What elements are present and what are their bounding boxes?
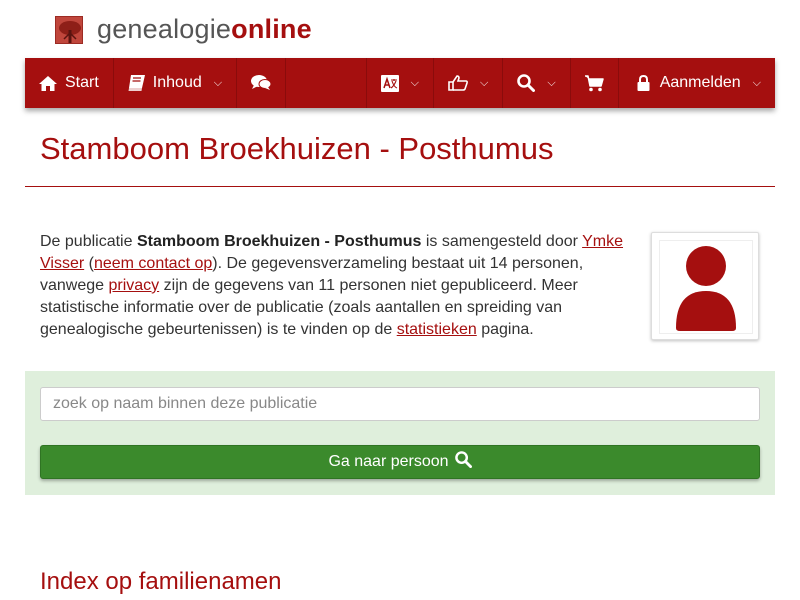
home-icon	[39, 75, 57, 91]
brand-part1: genealogie	[97, 14, 232, 44]
nav-language-dropdown[interactable]: ⌵	[367, 58, 435, 108]
nav-comments[interactable]	[237, 58, 287, 108]
chevron-down-icon: ⌵	[213, 76, 223, 89]
person-search-panel: Ga naar persoon	[25, 371, 775, 495]
statistics-link[interactable]: statistieken	[397, 321, 477, 338]
book-icon	[128, 75, 145, 91]
nav-start-label: Start	[65, 74, 99, 91]
nav-spacer	[286, 58, 367, 108]
page-title: Stamboom Broekhuizen - Posthumus	[40, 131, 554, 166]
search-icon	[449, 451, 472, 473]
title-divider	[25, 186, 775, 187]
intro-text-6: pagina.	[476, 321, 534, 338]
nav-content-dropdown[interactable]: Inhoud ⌵	[114, 58, 238, 108]
author-avatar[interactable]	[651, 232, 759, 340]
privacy-link[interactable]: privacy	[109, 277, 160, 294]
brand-name: genealogieonline	[97, 14, 312, 45]
intro-text-1: De publicatie	[40, 233, 137, 250]
site-logo[interactable]: genealogieonline	[55, 14, 312, 45]
nav-social-dropdown[interactable]: ⌵	[434, 58, 504, 108]
nav-login-label: Aanmelden	[659, 74, 741, 91]
search-icon	[517, 74, 536, 92]
thumbs-up-icon	[448, 75, 468, 91]
chevron-down-icon: ⌵	[547, 76, 556, 89]
lock-icon	[637, 75, 650, 91]
avatar-frame	[659, 240, 753, 334]
shopping-cart-icon	[584, 74, 604, 92]
go-to-person-button[interactable]: Ga naar persoon	[40, 445, 760, 479]
go-to-person-label: Ga naar persoon	[328, 453, 449, 470]
publication-name: Stamboom Broekhuizen - Posthumus	[136, 233, 422, 250]
nav-search-dropdown[interactable]: ⌵	[503, 58, 571, 108]
intro-text-2: is samengesteld door	[421, 233, 583, 250]
family-name-index-heading: Index op familienamen	[40, 568, 282, 595]
user-icon	[676, 246, 736, 331]
chevron-down-icon: ⌵	[410, 76, 420, 89]
publication-intro: De publicatie Stamboom Broekhuizen - Pos…	[40, 231, 630, 341]
nav-cart[interactable]	[571, 58, 619, 108]
brand-part2: online	[231, 14, 312, 44]
person-search-input[interactable]	[40, 387, 760, 421]
language-icon	[380, 74, 399, 92]
intro-text-3: (	[84, 255, 94, 272]
nav-login-dropdown[interactable]: Aanmelden ⌵	[619, 58, 775, 108]
main-navbar: Start Inhoud ⌵ ⌵ ⌵ ⌵ Aanmelden ⌵	[25, 58, 775, 108]
comments-icon	[251, 75, 272, 91]
tree-logo-icon	[55, 15, 83, 44]
chevron-down-icon: ⌵	[752, 76, 761, 89]
contact-link[interactable]: neem contact op	[94, 255, 212, 272]
nav-content-label: Inhoud	[152, 74, 202, 91]
nav-start[interactable]: Start	[25, 58, 114, 108]
chevron-down-icon: ⌵	[480, 76, 489, 89]
